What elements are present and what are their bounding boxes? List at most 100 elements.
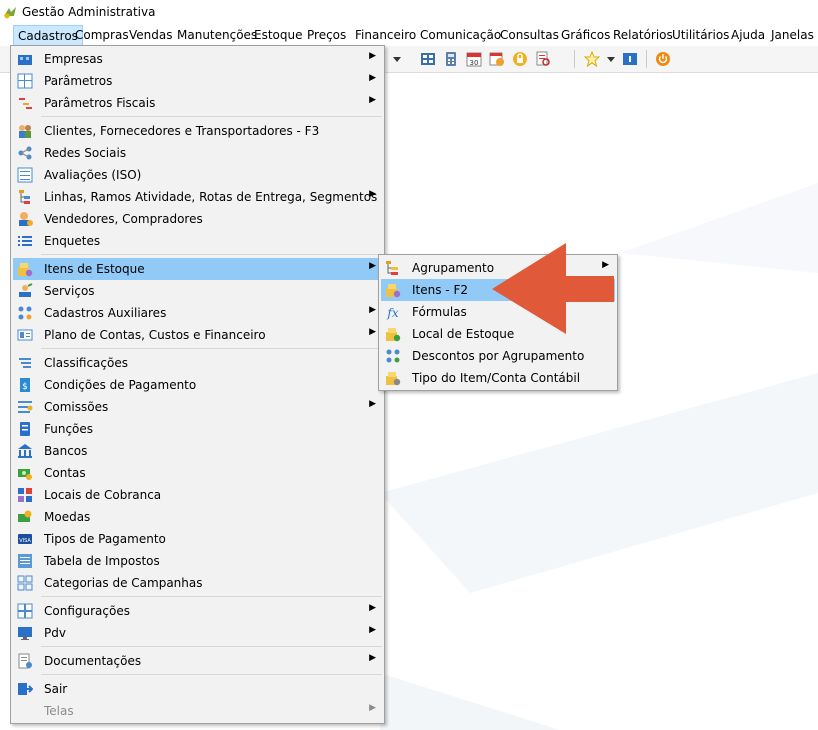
- menu-consultas[interactable]: Consultas: [500, 28, 559, 42]
- menu-item-label: Bancos: [44, 444, 88, 458]
- monitor-icon: [17, 625, 33, 641]
- formula-icon: fx: [385, 304, 401, 320]
- menu-item-classificacoes[interactable]: Classificações: [13, 352, 382, 374]
- menu-item-avaliacoes-iso[interactable]: Avaliações (ISO): [13, 164, 382, 186]
- menu-manutencoes[interactable]: Manutenções: [177, 28, 257, 42]
- grouping-icon: [385, 260, 401, 276]
- favorites-dropdown-button[interactable]: [604, 50, 618, 68]
- menu-item-linhas-ramos-atividade-rotas-de-entrega-segmentos[interactable]: Linhas, Ramos Atividade, Rotas de Entreg…: [13, 186, 382, 208]
- calculator-grid-icon[interactable]: [420, 51, 436, 67]
- submenu-item-descontos-por-agrupamento[interactable]: Descontos por Agrupamento: [381, 345, 615, 367]
- menu-item-label: Clientes, Fornecedores e Transportadores…: [44, 124, 320, 138]
- menu-item-label: Agrupamento: [412, 261, 495, 275]
- social-network-icon: [17, 145, 33, 161]
- card-icon: VISA: [17, 531, 33, 547]
- submenu-arrow-icon: ▶: [369, 305, 376, 315]
- parameters-icon: [17, 73, 33, 89]
- menu-item-label: Moedas: [44, 510, 91, 524]
- menu-item-cadastros-auxiliares[interactable]: Cadastros Auxiliares ▶: [13, 302, 382, 324]
- power-icon[interactable]: [655, 51, 671, 67]
- menu-item-locais-de-cobranca[interactable]: Locais de Cobranca: [13, 484, 382, 506]
- lock-icon[interactable]: [512, 51, 528, 67]
- menu-vendas[interactable]: Vendas: [129, 28, 173, 42]
- calendar-icon[interactable]: 30: [466, 51, 482, 67]
- favorites-star-icon[interactable]: [584, 51, 600, 67]
- menu-item-bancos[interactable]: Bancos: [13, 440, 382, 462]
- menu-item-comissoes[interactable]: Comissões ▶: [13, 396, 382, 418]
- menu-item-label: Cadastros Auxiliares: [44, 306, 167, 320]
- menu-cadastros[interactable]: Cadastros: [13, 25, 83, 47]
- menu-item-condicoes-de-pagamento[interactable]: $ Condições de Pagamento: [13, 374, 382, 396]
- menu-item-categorias-de-campanhas[interactable]: Categorias de Campanhas: [13, 572, 382, 594]
- menu-utilitarios[interactable]: Utilitários: [672, 28, 729, 42]
- schedule-icon[interactable]: [489, 51, 505, 67]
- calculator-icon[interactable]: [443, 51, 459, 67]
- annotation-arrow: [492, 243, 614, 334]
- menu-estoque[interactable]: Estoque: [254, 28, 303, 42]
- submenu-arrow-icon: ▶: [369, 625, 376, 635]
- menu-compras[interactable]: Compras: [75, 28, 129, 42]
- menu-item-vendedores-compradores[interactable]: Vendedores, Compradores: [13, 208, 382, 230]
- menu-item-enquetes[interactable]: Enquetes: [13, 230, 382, 252]
- menu-item-contas[interactable]: Contas: [13, 462, 382, 484]
- menu-separator: [41, 254, 382, 255]
- menu-item-parametros-fiscais[interactable]: Parâmetros Fiscais ▶: [13, 92, 382, 114]
- menu-item-funcoes[interactable]: Funções: [13, 418, 382, 440]
- stock-items-icon: [17, 261, 33, 277]
- menu-janelas[interactable]: Janelas: [771, 28, 814, 42]
- menu-item-label: Documentações: [44, 654, 142, 668]
- menu-item-parametros[interactable]: Parâmetros ▶: [13, 70, 382, 92]
- menu-item-tipos-de-pagamento[interactable]: VISA Tipos de Pagamento: [13, 528, 382, 550]
- menu-ajuda[interactable]: Ajuda: [731, 28, 765, 42]
- item-type-icon: [385, 370, 401, 386]
- menu-graficos[interactable]: Gráficos: [561, 28, 610, 42]
- menu-item-label: Parâmetros: [44, 74, 113, 88]
- menu-item-label: Sair: [44, 682, 68, 696]
- menu-relatorios[interactable]: Relatórios: [613, 28, 673, 42]
- menu-comunicacao[interactable]: Comunicação: [420, 28, 501, 42]
- menu-item-pdv[interactable]: Pdv ▶: [13, 622, 382, 644]
- menu-separator: [41, 674, 382, 675]
- info-window-icon[interactable]: [622, 51, 638, 67]
- menu-item-moedas[interactable]: Moedas: [13, 506, 382, 528]
- menu-item-documentacoes[interactable]: Documentações ▶: [13, 650, 382, 672]
- documents-icon: [17, 653, 33, 669]
- menu-financeiro[interactable]: Financeiro: [355, 28, 416, 42]
- menu-precos[interactable]: Preços: [307, 28, 346, 42]
- evaluation-icon: [17, 167, 33, 183]
- submenu-arrow-icon: ▶: [369, 653, 376, 663]
- menu-item-label: Itens de Estoque: [44, 262, 145, 276]
- menu-item-sair[interactable]: Sair: [13, 678, 382, 700]
- menu-item-clientes-fornecedores-e-transportadores-f3[interactable]: Clientes, Fornecedores e Transportadores…: [13, 120, 382, 142]
- menu-item-redes-sociais[interactable]: Redes Sociais: [13, 142, 382, 164]
- menu-item-label: Empresas: [44, 52, 103, 66]
- submenu-arrow-icon: ▶: [369, 399, 376, 409]
- list-icon: [17, 233, 33, 249]
- toolbar-dropdown-button[interactable]: [390, 50, 404, 68]
- billing-places-icon: [17, 487, 33, 503]
- report-search-icon[interactable]: [535, 51, 551, 67]
- toolbar-separator: [574, 50, 575, 68]
- menu-item-label: Linhas, Ramos Atividade, Rotas de Entreg…: [44, 190, 378, 204]
- payment-conditions-icon: $: [17, 377, 33, 393]
- menu-item-plano-de-contas-custos-e-financeiro[interactable]: Plano de Contas, Custos e Financeiro ▶: [13, 324, 382, 346]
- menu-item-configuracoes[interactable]: Configurações ▶: [13, 600, 382, 622]
- coins-icon: [17, 509, 33, 525]
- people-icon: [17, 123, 33, 139]
- svg-text:30: 30: [470, 59, 479, 67]
- submenu-arrow-icon: ▶: [369, 189, 376, 199]
- menu-item-label: Tipos de Pagamento: [44, 532, 166, 546]
- menu-item-label: Contas: [44, 466, 86, 480]
- settings-icon: [17, 603, 33, 619]
- menu-item-label: Comissões: [44, 400, 109, 414]
- menu-item-itens-de-estoque[interactable]: Itens de Estoque ▶: [13, 258, 382, 280]
- svg-text:$: $: [22, 382, 28, 392]
- menu-item-servicos[interactable]: Serviços: [13, 280, 382, 302]
- menu-item-label: Tipo do Item/Conta Contábil: [412, 371, 581, 385]
- menu-item-tabela-de-impostos[interactable]: Tabela de Impostos: [13, 550, 382, 572]
- tree-icon: [17, 189, 33, 205]
- menu-item-empresas[interactable]: Empresas ▶: [13, 48, 382, 70]
- menu-item-label: Condições de Pagamento: [44, 378, 197, 392]
- submenu-item-tipo-do-item-conta-contabil[interactable]: Tipo do Item/Conta Contábil: [381, 367, 615, 389]
- menu-item-label: Locais de Cobranca: [44, 488, 162, 502]
